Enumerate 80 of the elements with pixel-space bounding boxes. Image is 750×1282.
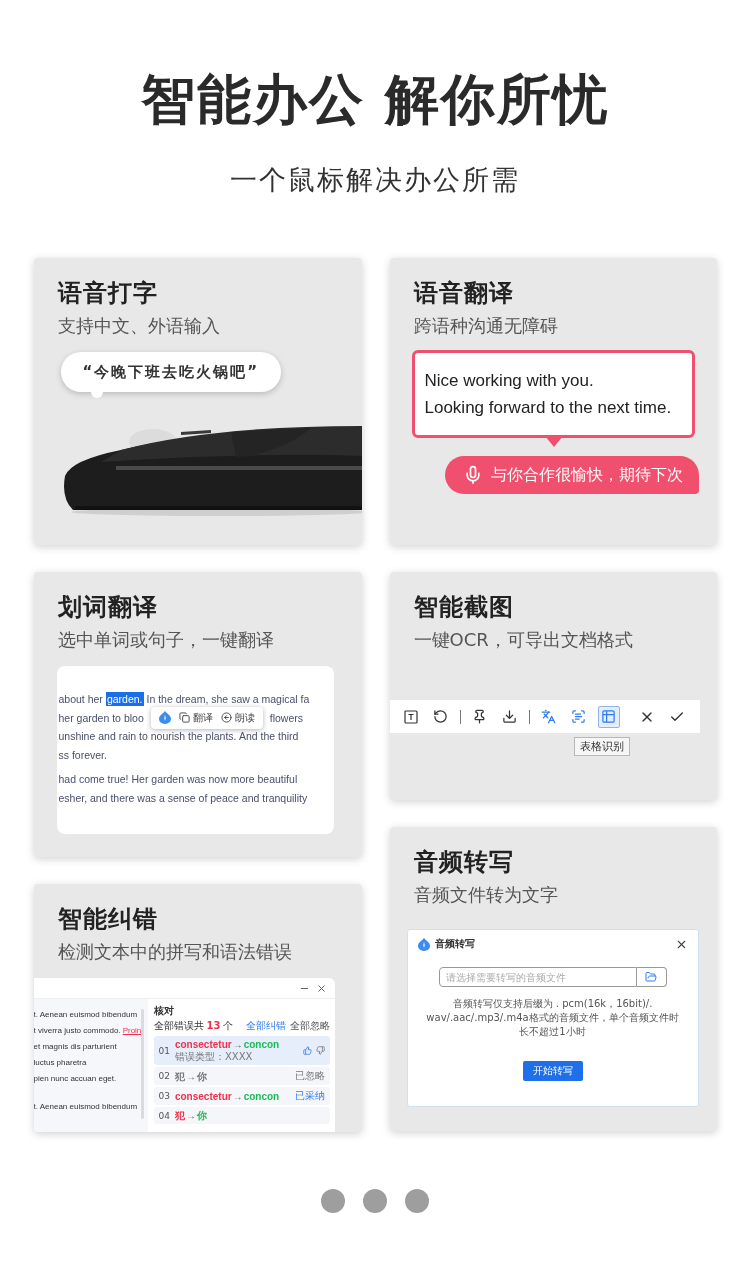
translate-button[interactable]: 翻译 [178,710,213,725]
folder-icon[interactable] [636,967,667,987]
close-icon[interactable] [315,982,327,994]
copy-icon [178,712,190,724]
selected-word: garden. [105,692,144,707]
text-line: luctus pharetra [33,1057,87,1069]
card-title: 语音翻译 [413,278,514,308]
suggested-word: concon [243,1038,280,1051]
pager-dot[interactable] [405,1189,429,1213]
text-line: pien nunc accuan eget. [33,1073,117,1085]
file-field[interactable]: 请选择需要转写的音频文件 [438,967,637,987]
correction-item[interactable]: 01 consectetur→concon 错误类型：XXXX [153,1036,330,1065]
text-line: had come true! Her garden was now more beautiful [58,773,298,786]
card-title: 音频转写 [413,847,514,877]
correction-item[interactable]: 03 consectetur→concon 已采纳 [153,1087,330,1105]
correction-item[interactable]: 02 犯→你 已忽略 [153,1067,330,1085]
arrow: → [185,1069,196,1083]
source-text: Nice working with you. [424,370,595,392]
error-type: 错误类型：XXXX [174,1051,254,1063]
logo-icon [417,937,430,951]
item-number: 04 [158,1110,170,1121]
panel-title: 核对 [153,1005,175,1017]
dialog-title: 音频转写 [434,937,475,951]
card-subtitle: 选中单词或句子，一键翻译 [57,628,274,652]
text-line: t viverra justo commodo. [33,1025,121,1037]
source-text: Looking forward to the next time. [424,397,673,419]
start-button[interactable]: 开始转写 [522,1061,583,1081]
suggested-word: 你 [196,1109,207,1122]
arrow: → [232,1089,243,1103]
item-number: 01 [158,1045,170,1056]
thumbs-down-icon[interactable] [315,1046,325,1055]
format-note: 音频转写仅支持后缀为 . pcm(16k，16bit)/. wav/.aac/.mp3/.m4a格式的音频文件，单个音频文件时长不超过1小时 [425,997,680,1039]
page-subtitle: 一个鼠标解决办公所需 [230,163,520,197]
text-line: esher, and there was a sense of peace and tranquility [58,791,308,804]
arrow: → [232,1038,243,1051]
card-subtitle: 音频文件转为文字 [413,883,558,907]
ignore-all-link[interactable]: 全部忽略 [289,1019,330,1032]
error-summary: 全部错误共 13 个 [153,1019,234,1032]
card-title: 划词翻译 [57,592,158,622]
card-subtitle: 跨语种沟通无障碍 [413,314,558,338]
text-line: et magnis dis parturient [33,1041,117,1053]
wrong-word: consectetur [174,1089,232,1103]
item-status: 已忽略 [294,1069,325,1083]
text-line: t. Aenean euismod bibendum [33,1101,138,1113]
wrong-word: 犯 [174,1069,185,1083]
pager-dot[interactable] [363,1189,387,1213]
tooltip: 表格识别 [573,737,630,756]
thumbs-up-icon[interactable] [302,1046,312,1055]
card-subtitle: 一键OCR，可导出文档格式 [413,628,633,652]
suggested-word: 你 [196,1069,207,1083]
card-subtitle: 支持中文、外语输入 [57,314,220,338]
item-status: 已采纳 [294,1089,325,1103]
arrow: → [185,1109,196,1122]
suggested-word: concon [243,1089,280,1103]
logo-icon [158,711,171,725]
text-line: about her [58,693,103,706]
translation-text: 与你合作很愉快，期待下次 [490,464,683,486]
wrong-word: consectetur [174,1038,232,1051]
text-line: her garden to bloo [58,711,144,724]
speaker-circle-icon [220,712,232,724]
text-line: flowers [269,711,303,724]
fix-all-link[interactable]: 全部纠错 [245,1019,286,1032]
card-title: 智能截图 [413,592,514,622]
item-number: 03 [158,1091,170,1101]
text-line: unshine and rain to nourish the plants. And the third [58,730,299,743]
page-title: 智能办公 解你所忧 [140,68,610,132]
correction-item[interactable]: 04 犯→你 [153,1107,330,1124]
text-line: t. Aenean euismod bibendum [33,1009,138,1021]
read-aloud-button[interactable]: 朗读 [220,710,255,725]
text-line: In the dream, she saw a magical fa [146,693,310,706]
text-line: ss forever. [58,748,107,761]
item-number: 02 [158,1071,170,1081]
wrong-word: 犯 [174,1109,185,1122]
card-subtitle: 检测文本中的拼写和语法错误 [57,940,292,964]
error-word[interactable]: Proin [122,1023,142,1039]
speech-bubble: “今晚下班去吃火锅吧” [60,352,282,392]
card-title: 智能纠错 [57,904,158,934]
table-icon[interactable] [597,705,620,728]
card-title: 语音打字 [57,278,158,308]
pager-dot[interactable] [321,1189,345,1213]
